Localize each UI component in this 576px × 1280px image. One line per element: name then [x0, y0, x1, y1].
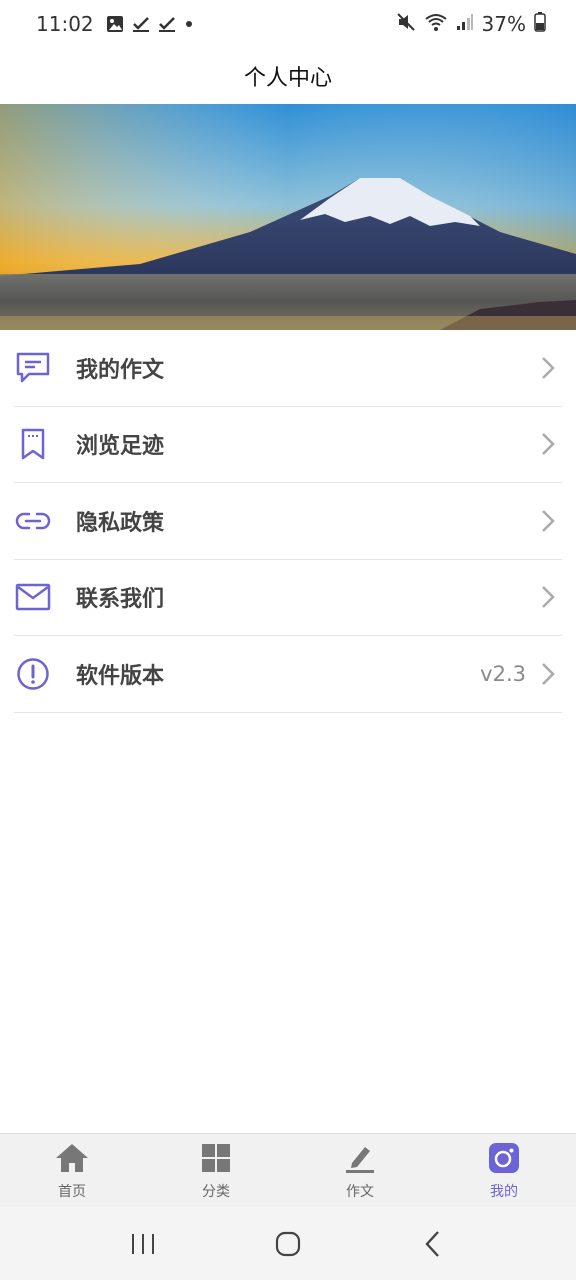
chevron-right-icon [538, 429, 558, 459]
menu-item-app-version[interactable]: 软件版本 v2.3 [14, 636, 562, 713]
page-title: 个人中心 [243, 66, 332, 91]
mail-icon [14, 578, 52, 616]
menu-item-label: 隐私政策 [76, 510, 165, 536]
system-nav-bar [0, 1207, 576, 1280]
check-icon [158, 15, 176, 33]
chevron-right-icon [538, 353, 558, 383]
status-bar: 11:02 37% [0, 0, 576, 48]
tab-label: 首页 [58, 1183, 86, 1200]
title-bar: 个人中心 [0, 48, 576, 104]
menu-item-label: 我的作文 [76, 357, 165, 383]
image-icon [106, 15, 124, 33]
grid-icon [199, 1141, 233, 1175]
menu-item-my-essays[interactable]: 我的作文 [14, 330, 562, 407]
bottom-tab-bar: 首页 分类 作文 我的 [0, 1133, 576, 1207]
user-camera-icon [487, 1141, 521, 1175]
check-icon [132, 15, 150, 33]
menu-list: 我的作文 浏览足迹 隐私政策 联系我们 软件版本 v2.3 [0, 330, 576, 713]
comment-icon [14, 349, 52, 387]
home-button[interactable] [263, 1219, 313, 1269]
battery-icon [534, 11, 546, 37]
menu-item-label: 软件版本 [76, 663, 165, 689]
wifi-icon [424, 12, 448, 37]
banner-image [0, 104, 576, 330]
tab-mine[interactable]: 我的 [432, 1134, 576, 1207]
version-value: v2.3 [480, 661, 526, 686]
tab-home[interactable]: 首页 [0, 1134, 144, 1207]
tab-label: 作文 [346, 1183, 374, 1200]
battery-text: 37% [481, 12, 526, 36]
link-icon [14, 502, 52, 540]
tab-category[interactable]: 分类 [144, 1134, 288, 1207]
back-button[interactable] [408, 1219, 458, 1269]
chevron-right-icon [538, 582, 558, 612]
pen-icon [343, 1141, 377, 1175]
tab-essay[interactable]: 作文 [288, 1134, 432, 1207]
chevron-right-icon [538, 506, 558, 536]
status-time: 11:02 [36, 12, 94, 36]
menu-item-contact-us[interactable]: 联系我们 [14, 560, 562, 636]
menu-item-label: 浏览足迹 [76, 434, 165, 460]
info-icon [14, 655, 52, 693]
tab-label: 分类 [202, 1183, 230, 1200]
menu-item-privacy-policy[interactable]: 隐私政策 [14, 483, 562, 560]
signal-icon [456, 12, 474, 36]
recent-apps-button[interactable] [118, 1219, 168, 1269]
tab-label: 我的 [490, 1183, 518, 1200]
home-icon [55, 1141, 89, 1175]
menu-item-browse-history[interactable]: 浏览足迹 [14, 407, 562, 483]
mute-icon [396, 12, 416, 37]
menu-item-label: 联系我们 [76, 587, 165, 613]
dot-icon [184, 19, 194, 29]
bookmark-icon [14, 425, 52, 463]
chevron-right-icon [538, 659, 558, 689]
